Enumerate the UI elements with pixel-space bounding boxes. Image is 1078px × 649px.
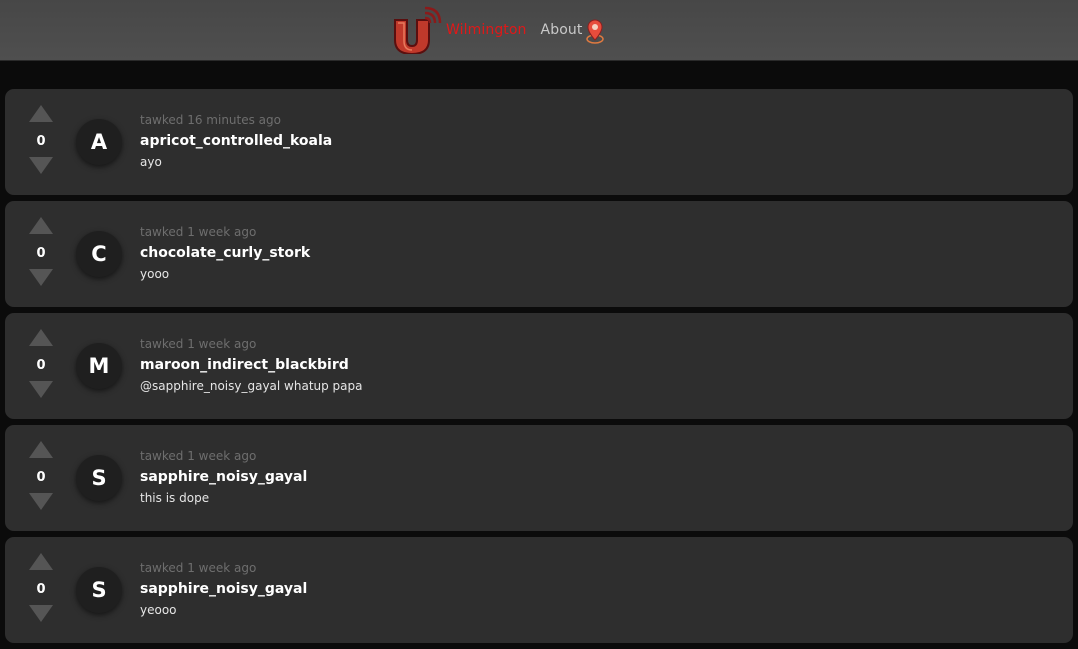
post-body: tawked 1 week ago sapphire_noisy_gayal y… [140, 561, 307, 617]
post-card[interactable]: 0 S tawked 1 week ago sapphire_noisy_gay… [5, 425, 1073, 531]
post-username[interactable]: apricot_controlled_koala [140, 133, 332, 149]
avatar[interactable]: M [76, 343, 122, 389]
post-timestamp: tawked 1 week ago [140, 561, 257, 575]
city-link[interactable]: Wilmington [446, 22, 527, 38]
post-body: tawked 1 week ago maroon_indirect_blackb… [140, 337, 363, 393]
top-navbar: Wilmington About [0, 0, 1078, 61]
tawk-u-logo-icon[interactable] [392, 6, 442, 54]
post-timestamp: tawked 1 week ago [140, 225, 257, 239]
post-timestamp: tawked 1 week ago [140, 449, 257, 463]
post-username[interactable]: sapphire_noisy_gayal [140, 581, 307, 597]
upvote-arrow-icon[interactable] [29, 329, 53, 346]
post-body: tawked 1 week ago sapphire_noisy_gayal t… [140, 449, 307, 505]
upvote-arrow-icon[interactable] [29, 553, 53, 570]
downvote-arrow-icon[interactable] [29, 269, 53, 286]
post-card[interactable]: 0 S tawked 1 week ago sapphire_noisy_gay… [5, 537, 1073, 643]
downvote-arrow-icon[interactable] [29, 493, 53, 510]
post-card[interactable]: 0 C tawked 1 week ago chocolate_curly_st… [5, 201, 1073, 307]
post-feed: 0 A tawked 16 minutes ago apricot_contro… [5, 89, 1073, 649]
post-username[interactable]: chocolate_curly_stork [140, 245, 310, 261]
post-timestamp: tawked 16 minutes ago [140, 113, 281, 127]
vote-count: 0 [36, 470, 46, 485]
vote-control: 0 [28, 105, 54, 179]
post-message: ayo [140, 155, 162, 169]
post-card[interactable]: 0 A tawked 16 minutes ago apricot_contro… [5, 89, 1073, 195]
post-message: yooo [140, 267, 170, 281]
post-message: yeooo [140, 603, 177, 617]
post-card[interactable]: 0 M tawked 1 week ago maroon_indirect_bl… [5, 313, 1073, 419]
vote-count: 0 [36, 246, 46, 261]
post-body: tawked 16 minutes ago apricot_controlled… [140, 113, 332, 169]
post-message: this is dope [140, 491, 210, 505]
post-body: tawked 1 week ago chocolate_curly_stork … [140, 225, 310, 281]
downvote-arrow-icon[interactable] [29, 381, 53, 398]
about-link[interactable]: About [541, 22, 583, 38]
avatar[interactable]: S [76, 567, 122, 613]
post-message: @sapphire_noisy_gayal whatup papa [140, 379, 363, 393]
vote-count: 0 [36, 582, 46, 597]
downvote-arrow-icon[interactable] [29, 157, 53, 174]
vote-control: 0 [28, 217, 54, 291]
post-timestamp: tawked 1 week ago [140, 337, 257, 351]
post-username[interactable]: maroon_indirect_blackbird [140, 357, 363, 373]
location-pin-icon[interactable] [584, 18, 606, 44]
vote-control: 0 [28, 553, 54, 627]
avatar[interactable]: S [76, 455, 122, 501]
upvote-arrow-icon[interactable] [29, 105, 53, 122]
upvote-arrow-icon[interactable] [29, 441, 53, 458]
brand-group: Wilmington About [392, 6, 606, 54]
vote-control: 0 [28, 329, 54, 403]
vote-count: 0 [36, 358, 46, 373]
avatar[interactable]: A [76, 119, 122, 165]
upvote-arrow-icon[interactable] [29, 217, 53, 234]
post-username[interactable]: sapphire_noisy_gayal [140, 469, 307, 485]
vote-count: 0 [36, 134, 46, 149]
vote-control: 0 [28, 441, 54, 515]
avatar[interactable]: C [76, 231, 122, 277]
downvote-arrow-icon[interactable] [29, 605, 53, 622]
